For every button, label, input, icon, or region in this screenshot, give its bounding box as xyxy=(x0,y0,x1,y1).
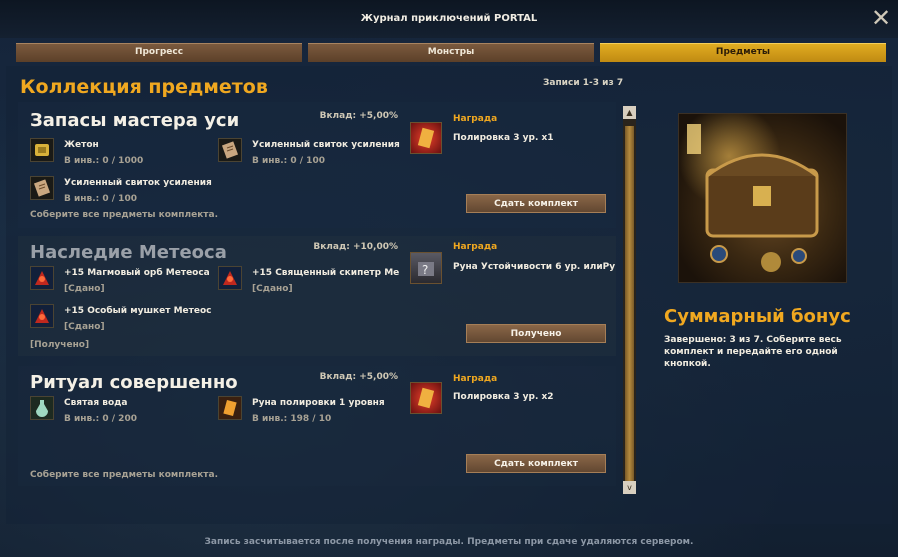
item-count: В инв.: 0 / 100 xyxy=(64,194,137,204)
rune-box-icon[interactable]: ? xyxy=(410,252,442,284)
reward-label: Награда xyxy=(453,114,498,124)
scroll-icon xyxy=(30,176,54,200)
item-status: [Сдано] xyxy=(64,322,105,332)
tab-progress[interactable]: Прогресс xyxy=(16,43,302,62)
item-count: В инв.: 0 / 200 xyxy=(64,414,137,424)
close-icon[interactable]: ✕ xyxy=(870,4,892,32)
scroll-icon xyxy=(218,138,242,162)
item-status: [Сдано] xyxy=(64,284,105,294)
reward-label: Награда xyxy=(453,374,498,384)
item-count: В инв.: 0 / 100 xyxy=(252,156,325,166)
collection-set: Наследие Метеоса Вклад: +10,00% +15 Магм… xyxy=(18,236,616,356)
set-hint: Соберите все предметы комплекта. xyxy=(30,210,219,220)
scrollbar[interactable]: ▲ v xyxy=(623,106,636,494)
set-contribution: Вклад: +5,00% xyxy=(319,111,398,121)
set-title: Ритуал совершенно xyxy=(30,372,238,393)
set-status: [Получено] xyxy=(30,340,90,350)
item-name: +15 Особый мушкет Метеос xyxy=(64,306,212,316)
title-bar: Журнал приключений PORTAL ✕ xyxy=(0,0,898,38)
bonus-title: Суммарный бонус xyxy=(664,306,851,327)
reward-name: Полировка 3 ур. x2 xyxy=(453,392,554,402)
rune-icon xyxy=(218,396,242,420)
footer-note: Запись засчитывается после получения наг… xyxy=(204,537,694,547)
treasure-chest-image xyxy=(678,113,847,283)
orb-icon xyxy=(30,266,54,290)
scroll-down-icon[interactable]: v xyxy=(623,481,636,494)
token-icon xyxy=(30,138,54,162)
item-name: Усиленный свиток усиления xyxy=(252,140,400,150)
tab-monsters[interactable]: Монстры xyxy=(308,43,594,62)
item-name: +15 Магмовый орб Метеоса xyxy=(64,268,210,278)
item-count: В инв.: 198 / 10 xyxy=(252,414,332,424)
musket-icon xyxy=(30,304,54,328)
submit-set-button[interactable]: Сдать комплект xyxy=(466,454,606,473)
item-name: Усиленный свиток усиления xyxy=(64,178,212,188)
tab-items[interactable]: Предметы xyxy=(600,43,886,62)
set-contribution: Вклад: +5,00% xyxy=(319,372,398,382)
reward-name: Полировка 3 ур. x1 xyxy=(453,133,554,143)
scroll-thumb[interactable] xyxy=(625,126,634,486)
svg-text:?: ? xyxy=(422,263,428,277)
bonus-description: Завершено: 3 из 7. Соберите весь комплек… xyxy=(664,335,842,369)
item-name: +15 Священный скипетр Ме xyxy=(252,268,400,278)
set-title: Запасы мастера уси xyxy=(30,110,240,131)
item-count: В инв.: 0 / 1000 xyxy=(64,156,144,166)
window-title: Журнал приключений PORTAL xyxy=(360,13,538,24)
received-button[interactable]: Получено xyxy=(466,324,606,343)
collection-set: Запасы мастера уси Вклад: +5,00% Жетон В… xyxy=(18,102,616,228)
collection-set: Ритуал совершенно Вклад: +5,00% Святая в… xyxy=(18,366,616,486)
item-name: Святая вода xyxy=(64,398,128,408)
set-title: Наследие Метеоса xyxy=(30,242,227,263)
scroll-up-icon[interactable]: ▲ xyxy=(623,106,636,119)
set-contribution: Вклад: +10,00% xyxy=(313,242,398,252)
reward-icon[interactable] xyxy=(410,382,442,414)
scepter-icon xyxy=(218,266,242,290)
item-name: Руна полировки 1 уровня xyxy=(252,398,385,408)
reward-icon[interactable] xyxy=(410,122,442,154)
tab-bar: Прогресс Монстры Предметы xyxy=(16,43,886,62)
reward-label: Награда xyxy=(453,242,498,252)
submit-set-button[interactable]: Сдать комплект xyxy=(466,194,606,213)
page-title: Коллекция предметов xyxy=(20,76,268,98)
set-hint: Соберите все предметы комплекта. xyxy=(30,470,219,480)
reward-name: Руна Устойчивости 6 ур. илиРу xyxy=(453,262,616,272)
holy-water-icon xyxy=(30,396,54,420)
item-name: Жетон xyxy=(64,140,99,150)
item-status: [Сдано] xyxy=(252,284,293,294)
records-counter: Записи 1-3 из 7 xyxy=(543,78,624,88)
